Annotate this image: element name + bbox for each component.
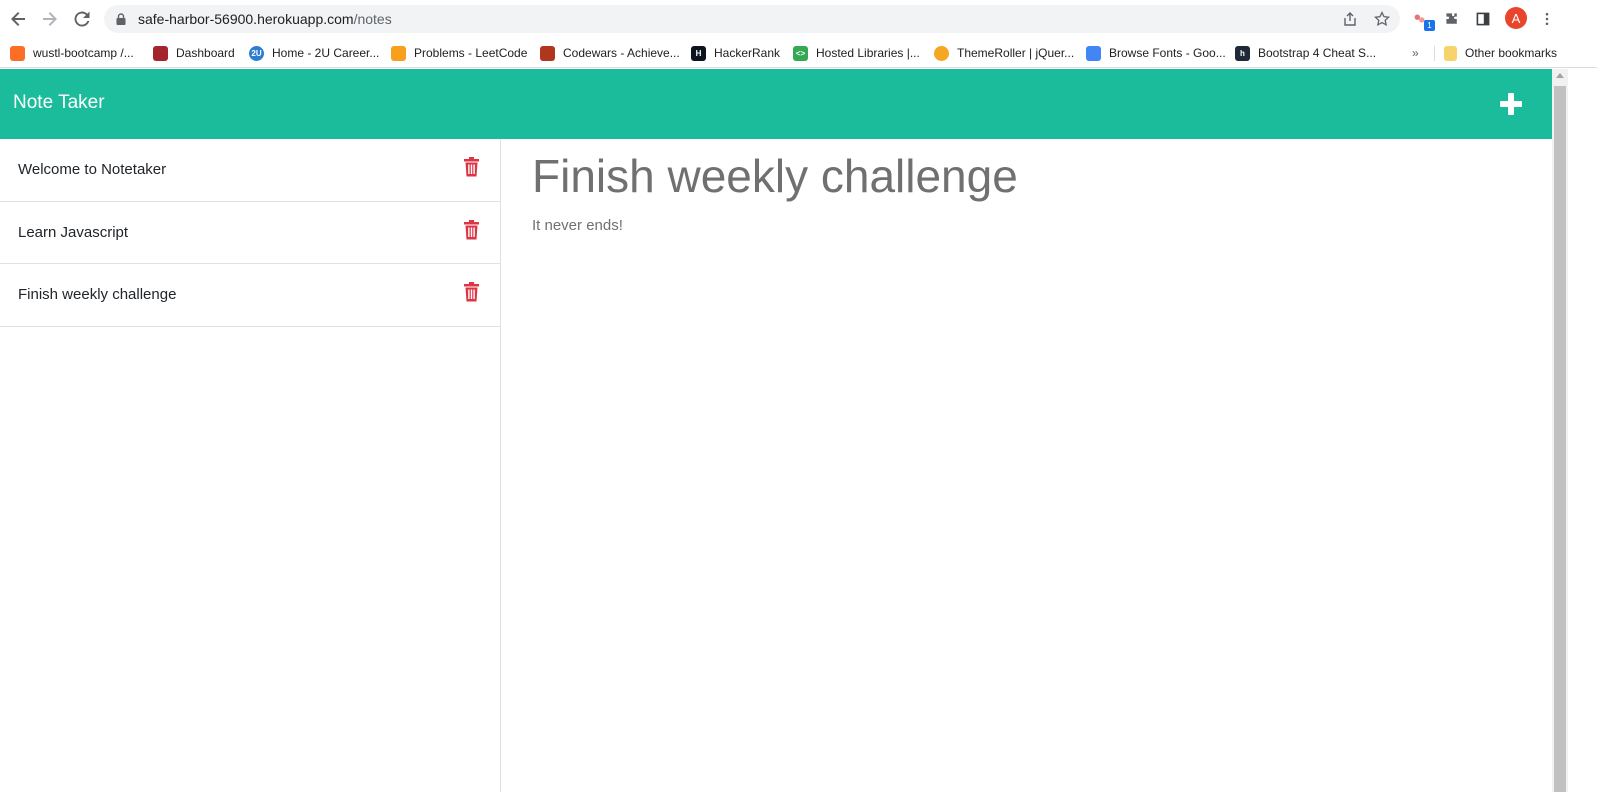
profile-avatar[interactable]: A (1505, 7, 1527, 29)
window-margin (1568, 69, 1597, 792)
gitlab-icon (10, 45, 25, 61)
list-item[interactable]: Welcome to Notetaker (0, 139, 500, 202)
bookmark-item[interactable]: h Bootstrap 4 Cheat S... (1235, 42, 1376, 64)
arrow-left-icon (11, 12, 25, 26)
bookmark-item[interactable]: H HackerRank (691, 42, 780, 64)
bookmark-label: Bootstrap 4 Cheat S... (1258, 46, 1377, 60)
bookmark-item[interactable]: Dashboard (153, 42, 235, 64)
lock-icon (116, 13, 126, 25)
browser-menu-button[interactable] (1537, 9, 1557, 29)
note-taker-app: Note Taker Welcome to Notetaker Learn Ja… (0, 69, 1552, 792)
app-title[interactable]: Note Taker (13, 92, 105, 114)
url-host: safe-harbor-56900.herokuapp.com (138, 11, 354, 27)
note-editor: Finish weekly challenge It never ends! (501, 139, 1552, 792)
puzzle-icon (1446, 13, 1457, 24)
bookmark-label: Dashboard (176, 46, 235, 60)
bookmark-item[interactable]: <> Hosted Libraries |... (793, 42, 920, 64)
star-icon[interactable] (1374, 11, 1390, 27)
bookmark-label: ThemeRoller | jQuer... (957, 46, 1075, 60)
note-list-title: Welcome to Notetaker (18, 161, 167, 178)
address-bar[interactable]: safe-harbor-56900.herokuapp.com/notes (104, 5, 1400, 33)
note-list-title: Learn Javascript (18, 223, 129, 241)
forward-button[interactable] (38, 7, 62, 31)
bookmark-item[interactable]: Browse Fonts - Goo... (1086, 42, 1226, 64)
themeroller-icon (934, 45, 949, 61)
trash-icon[interactable] (463, 157, 480, 177)
codewars-icon (540, 45, 555, 61)
hackerrank-icon: H (691, 45, 706, 61)
leetcode-icon (391, 45, 406, 61)
side-panel-button[interactable] (1473, 9, 1493, 29)
bookmark-item[interactable]: Problems - LeetCode (391, 42, 527, 64)
scroll-up-arrow-icon[interactable] (1556, 73, 1564, 78)
google-fonts-icon (1086, 45, 1101, 61)
bookmark-item[interactable]: 2U Home - 2U Career... (249, 42, 379, 64)
note-list-title: Finish weekly challenge (18, 286, 177, 303)
hackerthemes-icon: h (1235, 45, 1250, 61)
code-icon: <> (793, 45, 808, 61)
bookmark-item[interactable]: ThemeRoller | jQuer... (934, 42, 1074, 64)
arrow-right-icon (43, 12, 57, 26)
share-icon[interactable] (1342, 11, 1358, 27)
other-bookmarks[interactable]: Other bookmarks (1444, 42, 1557, 64)
2u-icon: 2U (249, 45, 264, 61)
bookmark-label: Browse Fonts - Goo... (1109, 46, 1226, 60)
side-panel-icon (1476, 12, 1490, 26)
bookmark-item[interactable]: wustl-bootcamp /... (10, 42, 134, 64)
trash-icon[interactable] (463, 282, 480, 302)
reload-button[interactable] (70, 7, 94, 31)
bookmark-label: Home - 2U Career... (272, 46, 380, 60)
scrollbar-thumb[interactable] (1554, 86, 1566, 792)
bookmarks-overflow-button[interactable]: » (1412, 46, 1419, 60)
trash-icon[interactable] (463, 219, 480, 240)
url-text: safe-harbor-56900.herokuapp.com/notes (138, 11, 392, 27)
back-button[interactable] (6, 7, 30, 31)
canvas-icon (153, 45, 168, 61)
note-title-input[interactable]: Finish weekly challenge (532, 149, 1512, 203)
bookmarks-divider (1434, 46, 1435, 61)
bookmark-label: Problems - LeetCode (414, 46, 528, 60)
url-path: /notes (353, 11, 392, 27)
plus-icon[interactable] (1498, 91, 1524, 117)
extension-badge: 1 (1424, 20, 1435, 31)
bookmark-label: wustl-bootcamp /... (33, 46, 134, 60)
bookmark-label: Codewars - Achieve... (563, 46, 680, 60)
list-item[interactable]: Finish weekly challenge (0, 264, 500, 327)
note-list: Welcome to Notetaker Learn Javascript Fi… (0, 139, 501, 792)
bookmark-label: Hosted Libraries |... (816, 46, 920, 60)
kebab-menu-icon (1545, 12, 1549, 26)
bookmarks-bar: wustl-bootcamp /... Dashboard 2U Home - 2… (0, 38, 1597, 68)
folder-icon (1444, 45, 1457, 61)
browser-toolbar: safe-harbor-56900.herokuapp.com/notes 1 … (0, 0, 1597, 38)
app-navbar: Note Taker (0, 69, 1552, 139)
other-bookmarks-label: Other bookmarks (1465, 46, 1558, 60)
list-item[interactable]: Learn Javascript (0, 202, 500, 264)
bookmark-label: HackerRank (714, 46, 781, 60)
bookmark-item[interactable]: Codewars - Achieve... (540, 42, 680, 64)
page-scrollbar[interactable] (1552, 69, 1568, 792)
reload-icon (74, 11, 90, 27)
extensions-button[interactable] (1442, 9, 1462, 29)
note-text-area[interactable]: It never ends! (532, 217, 1512, 234)
